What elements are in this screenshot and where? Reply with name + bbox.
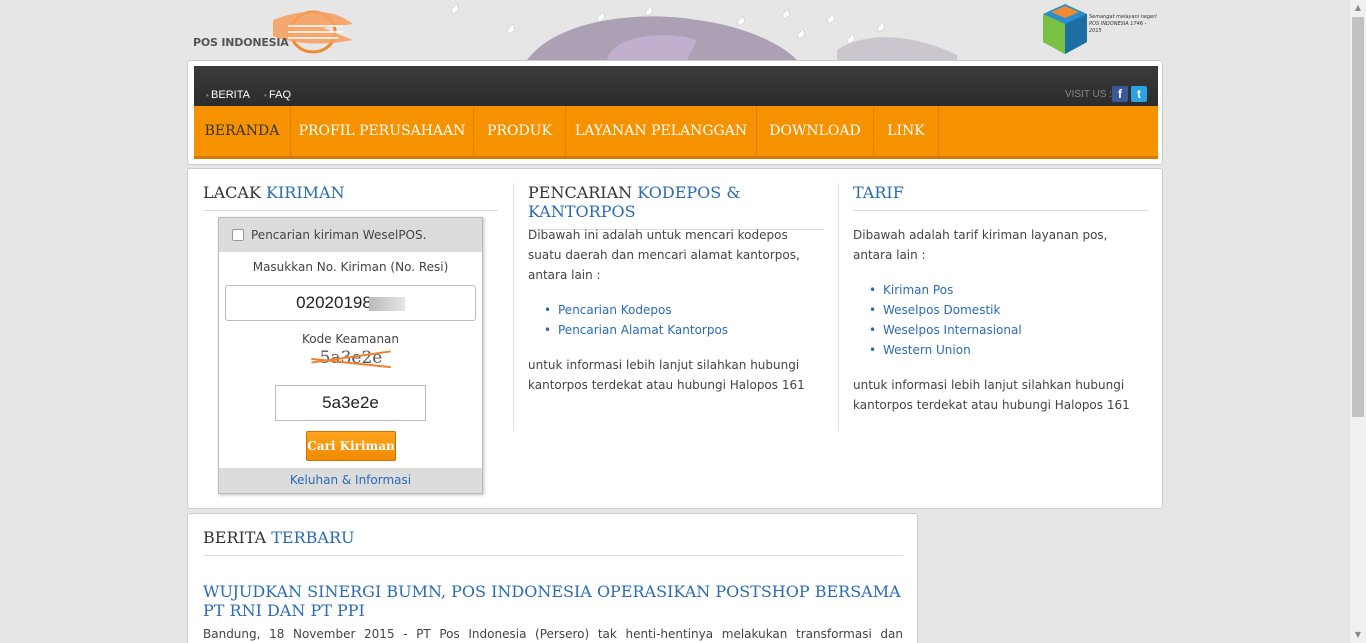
captcha-image: 5a3e2e — [311, 348, 391, 372]
resi-input[interactable]: 02020198 — [225, 285, 476, 321]
twitter-icon[interactable]: t — [1131, 86, 1147, 102]
news-body: Bandung, 18 November 2015 - PT Pos Indon… — [203, 627, 903, 641]
keluhan-informasi-link[interactable]: Keluhan & Informasi — [219, 468, 482, 493]
scrollbar-thumb[interactable] — [1352, 17, 1364, 417]
link-pencarian-kodepos[interactable]: Pencarian Kodepos — [558, 303, 672, 317]
link-western-union[interactable]: Western Union — [883, 343, 971, 357]
cari-kiriman-button[interactable]: Cari Kiriman — [306, 431, 396, 461]
weselpos-checkbox[interactable] — [232, 229, 244, 241]
berita-title-b: TERBARU — [271, 528, 355, 547]
toplink-berita[interactable]: BERITA — [206, 89, 250, 101]
logo-text: POS INDONESIA — [193, 36, 289, 49]
captcha-input[interactable]: 5a3e2e — [275, 385, 426, 421]
menu-download[interactable]: DOWNLOAD — [757, 106, 874, 156]
tarif-footer: untuk informasi lebih lanjut silahkan hu… — [853, 378, 1130, 412]
redacted-digits — [368, 296, 405, 311]
tarif-title-text: TARIF — [853, 183, 904, 202]
kodepos-footer: untuk informasi lebih lanjut silahkan hu… — [528, 358, 805, 392]
tagline: Semangat melayani negeri POS INDONESIA 1… — [1089, 14, 1157, 34]
tarif-title: TARIF — [853, 183, 1148, 211]
scroll-down-icon[interactable]: ▼ — [1350, 627, 1366, 643]
link-kiriman-pos[interactable]: Kiriman Pos — [883, 283, 953, 297]
toplink-faq[interactable]: FAQ — [264, 89, 291, 101]
menu-profil-perusahaan[interactable]: PROFIL PERUSAHAAN — [291, 106, 474, 156]
kodepos-intro: Dibawah ini adalah untuk mencari kodepos… — [528, 228, 800, 282]
header-banner: POS INDONESIA Semangat melayani negeri P… — [187, 0, 1163, 60]
menu-beranda[interactable]: BERANDA — [194, 106, 291, 156]
lacak-title-a: LACAK — [203, 183, 261, 202]
tarif-intro: Dibawah adalah tarif kiriman layanan pos… — [853, 228, 1108, 262]
page-scrollbar[interactable]: ▲ ▼ — [1349, 0, 1366, 643]
lacak-title-b: KIRIMAN — [266, 183, 345, 202]
tracking-box: Pencarian kiriman WeselPOS. Masukkan No.… — [218, 217, 483, 494]
resi-value: 0202019 — [296, 293, 363, 312]
kodepos-title: PENCARIAN KODEPOS & KANTORPOS — [528, 183, 823, 230]
kodepos-title-a: PENCARIAN — [528, 183, 633, 202]
pos-indonesia-logo[interactable]: POS INDONESIA — [193, 6, 363, 56]
main-menu: BERANDA PROFIL PERUSAHAAN PRODUK LAYANAN… — [194, 106, 1158, 159]
scroll-up-icon[interactable]: ▲ — [1350, 0, 1366, 16]
link-weselpos-internasional[interactable]: Weselpos Internasional — [883, 323, 1022, 337]
weselpos-option: Pencarian kiriman WeselPOS. — [219, 218, 482, 252]
menu-link[interactable]: LINK — [874, 106, 939, 156]
link-pencarian-alamat-kantorpos[interactable]: Pencarian Alamat Kantorpos — [558, 323, 728, 337]
menu-produk[interactable]: PRODUK — [474, 106, 566, 156]
nav-panel: BERITA FAQ VISIT US : f t BERANDA PROFIL… — [187, 60, 1163, 165]
kode-keamanan-label: Kode Keamanan — [301, 332, 400, 346]
news-headline-link[interactable]: WUJUDKAN SINERGI BUMN, POS INDONESIA OPE… — [203, 582, 903, 620]
world-map-doves — [450, 3, 957, 60]
menu-layanan-pelanggan[interactable]: LAYANAN PELANGGAN — [566, 106, 757, 156]
main-panel: LACAK KIRIMAN Pencarian kiriman WeselPOS… — [187, 168, 1163, 509]
weselpos-checkbox-label[interactable]: Pencarian kiriman WeselPOS. — [251, 228, 426, 242]
news-panel: BERITA TERBARU WUJUDKAN SINERGI BUMN, PO… — [187, 513, 918, 643]
tarif-links: Kiriman Pos Weselpos Domestik Weselpos I… — [869, 280, 1022, 360]
resi-label: Masukkan No. Kiriman (No. Resi) — [252, 260, 449, 274]
berita-title: BERITA TERBARU — [203, 528, 903, 556]
column-divider — [838, 183, 839, 431]
link-weselpos-domestik[interactable]: Weselpos Domestik — [883, 303, 1000, 317]
facebook-icon[interactable]: f — [1112, 86, 1128, 102]
top-bar: BERITA FAQ VISIT US : f t — [194, 66, 1158, 110]
kodepos-links: Pencarian Kodepos Pencarian Alamat Kanto… — [544, 300, 728, 340]
visit-us-label: VISIT US : — [1064, 89, 1112, 100]
berita-title-a: BERITA — [203, 528, 267, 547]
lacak-title: LACAK KIRIMAN — [203, 183, 498, 211]
column-divider — [513, 183, 514, 431]
